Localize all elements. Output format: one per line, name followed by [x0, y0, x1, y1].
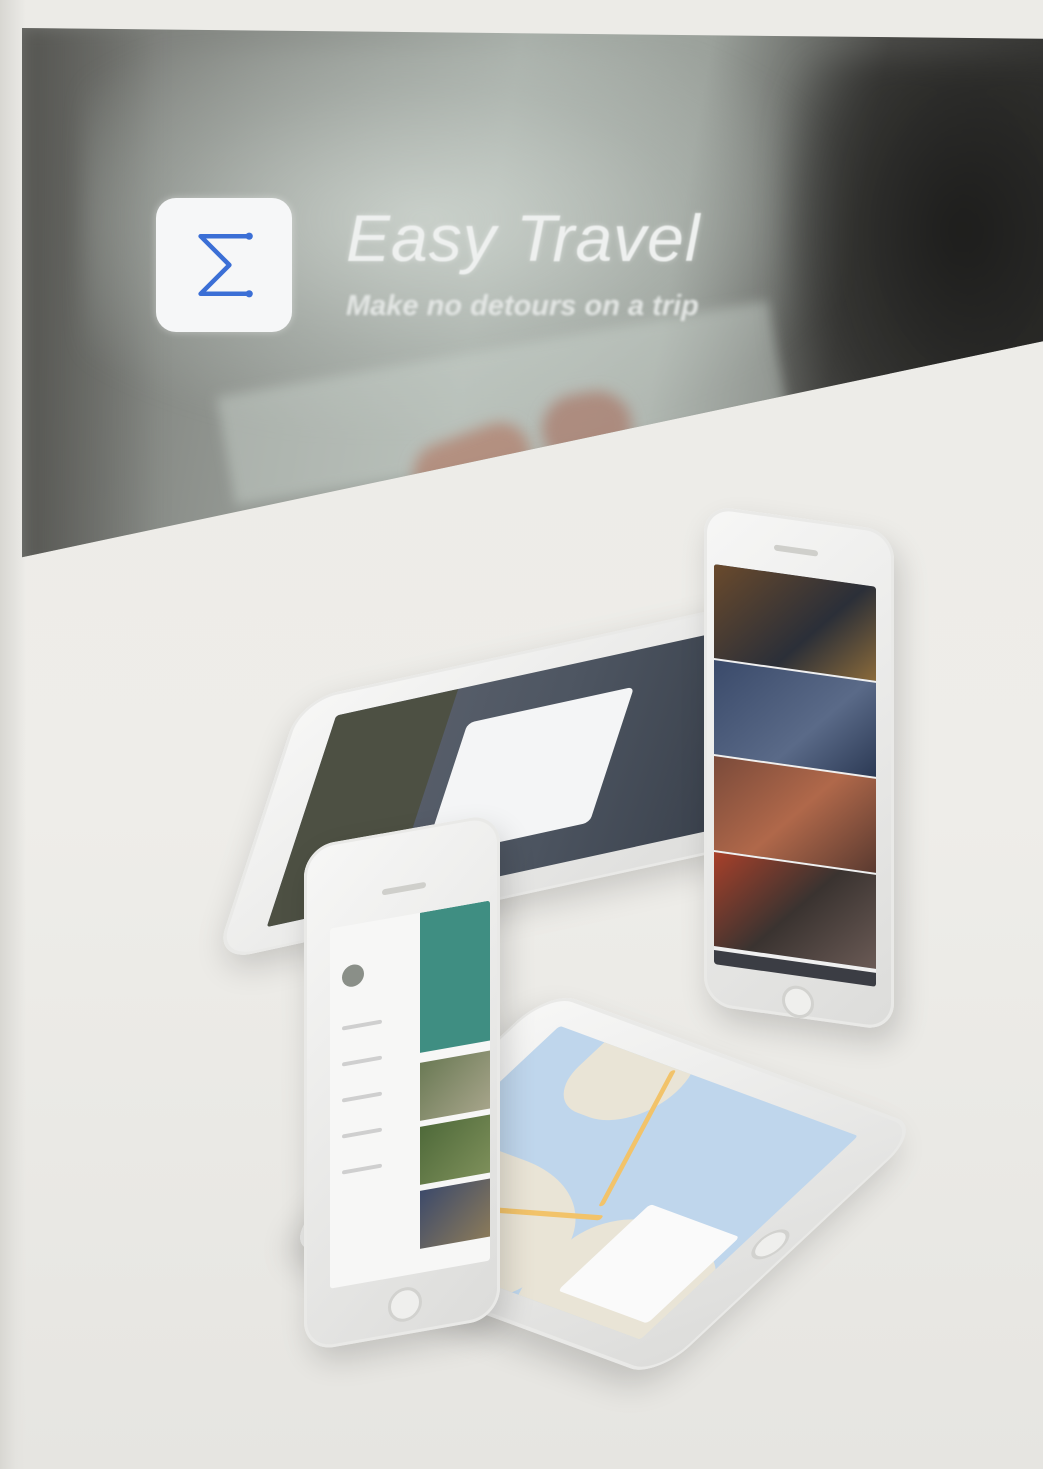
phone-speaker — [774, 544, 818, 557]
app-tagline: Make no detours on a trip — [346, 290, 699, 322]
menu-item — [342, 1055, 382, 1067]
menu-item — [342, 1127, 382, 1139]
map-land — [542, 1025, 725, 1134]
app-title: Easy Travel — [346, 201, 701, 275]
banner-shadow-right — [782, 58, 1043, 488]
phone-screen-photo-list — [714, 564, 876, 987]
title-block: Easy Travel Make no detours on a trip — [346, 200, 701, 323]
phone-standing-front — [304, 812, 500, 1353]
sigma-route-icon — [198, 232, 253, 298]
avatar — [342, 962, 364, 989]
menu-item — [342, 1019, 382, 1031]
app-icon — [156, 198, 292, 332]
menu-item — [342, 1163, 382, 1175]
screen-photo — [420, 1178, 490, 1249]
screen-header-teal — [420, 900, 490, 1053]
poster: Easy Travel Make no detours on a trip — [0, 0, 1043, 1469]
home-button — [388, 1284, 422, 1325]
screen-photo — [420, 1050, 490, 1121]
phone-speaker — [382, 881, 426, 896]
phone-standing-right — [704, 504, 894, 1032]
menu-item — [342, 1091, 382, 1103]
phone-screen-menu — [330, 900, 490, 1289]
screen-photo — [420, 1114, 490, 1185]
home-button — [782, 983, 814, 1021]
